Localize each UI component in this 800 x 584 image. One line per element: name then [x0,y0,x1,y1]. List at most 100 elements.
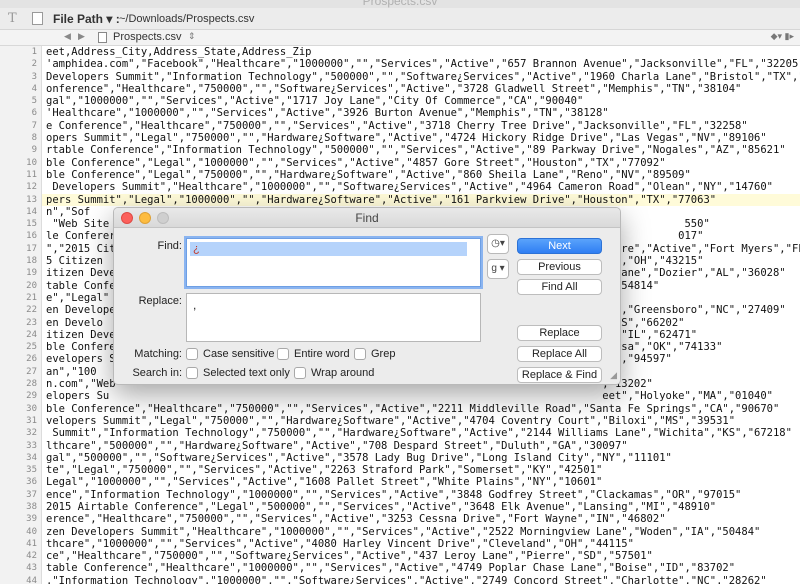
line-number: 43 [26,563,37,574]
code-line[interactable]: eet,Address_City,Address_State,Address_Z… [42,46,800,58]
code-line[interactable]: lthcare","500000","","Hardware¿Software"… [42,440,800,452]
line-number: 31 [26,415,37,426]
back-arrow-icon[interactable]: ◀ [64,31,71,42]
resize-grip-icon[interactable]: ◢ [610,370,617,381]
line-number: 1 [31,47,37,57]
code-line[interactable]: Developers Summit","Information Technolo… [42,71,800,83]
line-number: 24 [26,329,37,340]
code-line[interactable]: 2015 Airtable Conference","Legal","50000… [42,501,800,513]
line-number: 44 [26,575,37,584]
chevron-updown-icon[interactable]: ⇕ [188,31,196,42]
replace-and-find-button[interactable]: Replace & Find [517,367,602,383]
replace-field[interactable]: , [186,293,481,342]
line-number: 6 [31,108,37,119]
code-line[interactable]: thcare","1000000","","Services","Active"… [42,538,800,550]
code-line[interactable]: ence","Information Technology","1000000"… [42,489,800,501]
file-path-label[interactable]: File Path ▾ : [53,12,120,26]
line-number: 40 [26,526,37,537]
zoom-icon[interactable] [157,212,169,224]
find-dialog-titlebar[interactable]: Find [114,208,620,228]
find-all-button[interactable]: Find All [517,279,602,295]
entire-word-label: Entire word [294,348,350,360]
find-dialog: Find Find: ¿ Replace: , ◷▾ g ▾ Next Prev… [113,207,621,385]
selected-text-only-label: Selected text only [203,367,290,379]
code-line[interactable]: erence","Healthcare","750000","","Servic… [42,513,800,525]
code-line[interactable]: gal","500000","","Software¿Services","Ac… [42,452,800,464]
line-number: 2 [31,59,37,70]
line-number: 13 [26,194,37,205]
grep-patterns-button[interactable]: g ▾ [487,259,509,279]
previous-button[interactable]: Previous [517,259,602,275]
line-number: 41 [26,538,37,549]
code-line[interactable]: Summit","Information Technology","750000… [42,427,800,439]
code-line[interactable]: te","Legal","750000","","Services","Acti… [42,464,800,476]
wrap-around-checkbox[interactable] [294,367,306,379]
code-line[interactable]: Developers Summit","Healthcare","1000000… [42,181,800,193]
line-number: 27 [26,366,37,377]
code-line[interactable]: e Conference","Healthcare","750000","","… [42,120,800,132]
document-icon [32,12,43,25]
code-line[interactable]: ble Conference","Legal","750000","","Har… [42,169,800,181]
file-icon [98,32,107,43]
line-number: 9 [31,145,37,156]
code-line[interactable]: ce","Healthcare","750000","","Software¿S… [42,550,800,562]
line-number: 29 [26,391,37,402]
line-number: 42 [26,551,37,562]
line-number: 22 [26,305,37,316]
selected-text-only-checkbox[interactable] [186,367,198,379]
wrap-around-label: Wrap around [311,367,375,379]
replace-button[interactable]: Replace [517,325,602,341]
text-tool-icon[interactable]: T [8,11,17,26]
entire-word-checkbox[interactable] [277,348,289,360]
line-number: 37 [26,489,37,500]
line-number: 11 [26,169,37,180]
find-field-value: ¿ [190,242,467,256]
matching-label: Matching: [134,348,182,360]
line-number: 14 [26,206,37,217]
tab-options-icon[interactable]: ◆▾ ▮▸ [771,31,794,42]
code-line[interactable]: ,"Information Technology","1000000","","… [42,575,800,584]
line-number: 33 [26,440,37,451]
line-number: 17 [26,243,37,254]
code-line[interactable]: 'amphidea.com","Facebook","Healthcare","… [42,58,800,70]
file-path-value: ~/Downloads/Prospects.csv [119,13,255,25]
code-line[interactable]: ble Conference","Healthcare","750000",""… [42,403,800,415]
line-number: 7 [31,120,37,131]
search-in-label: Search in: [132,367,182,379]
minimize-icon[interactable] [139,212,151,224]
code-line[interactable]: onference","Healthcare","750000","","Sof… [42,83,800,95]
code-line[interactable]: elopers Su eet","Holyoke","MA","01040" [42,390,800,402]
case-sensitive-label: Case sensitive [203,348,275,360]
code-line[interactable]: zen Developers Summit","Healthcare","100… [42,526,800,538]
close-icon[interactable] [121,212,133,224]
search-history-button[interactable]: ◷▾ [487,234,509,254]
code-line[interactable]: opers Summit","Legal","750000","","Hardw… [42,132,800,144]
line-number: 5 [31,96,37,107]
grep-label: Grep [371,348,396,360]
code-line[interactable]: 'Healthcare","1000000","","Services","Ac… [42,107,800,119]
find-field[interactable]: ¿ [186,238,481,287]
line-number: 34 [26,452,37,463]
tab-filename[interactable]: Prospects.csv [113,31,181,43]
line-number: 35 [26,465,37,476]
line-number-gutter: 1 2 3 4 5 6 7 8 9 10 11 12 13 14 15 16 17 18 19 20 21 22 23 24 2… [0,46,42,584]
code-line[interactable]: ble Conference","Legal","1000000","","Se… [42,157,800,169]
line-number: 18 [26,256,37,267]
line-number: 38 [26,501,37,512]
grep-checkbox[interactable] [354,348,366,360]
code-line[interactable]: gal","1000000","","Services","Active","1… [42,95,800,107]
code-line[interactable]: rtable Conference","Information Technolo… [42,144,800,156]
line-number: 39 [26,514,37,525]
code-line[interactable]: Legal","1000000","","Services","Active",… [42,476,800,488]
next-button[interactable]: Next [517,238,602,254]
forward-arrow-icon[interactable]: ▶ [78,31,85,42]
replace-all-button[interactable]: Replace All [517,346,602,362]
tab-bar: ◀ ▶ Prospects.csv ⇕ ◆▾ ▮▸ [0,30,800,46]
line-number: 16 [26,231,37,242]
line-number: 8 [31,133,37,144]
code-line[interactable]: table Conference","Healthcare","1000000"… [42,562,800,574]
case-sensitive-checkbox[interactable] [186,348,198,360]
code-line[interactable]: pers Summit","Legal","1000000","","Hardw… [42,193,800,206]
code-line[interactable]: velopers Summit","Legal","750000","","Ha… [42,415,800,427]
replace-field-value: , [193,298,197,312]
